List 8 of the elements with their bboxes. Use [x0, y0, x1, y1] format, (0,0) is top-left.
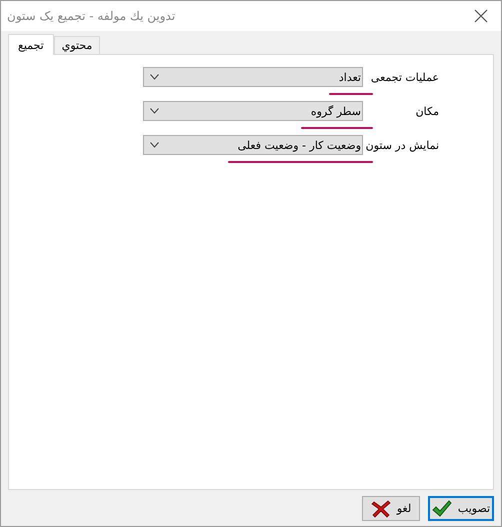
field-label: مکان: [414, 104, 439, 118]
window-title: تدوين يك مولفه - تجميع يک ستون: [6, 9, 176, 23]
tab[interactable]: محتوي: [54, 36, 100, 54]
cancel-button[interactable]: لغو: [362, 496, 420, 521]
tab[interactable]: تجميع: [8, 34, 54, 55]
ok-button[interactable]: تصويب: [428, 496, 494, 521]
field-label: عمليات تجمعی: [370, 70, 439, 84]
field-label: نمايش در ستون: [364, 138, 439, 152]
